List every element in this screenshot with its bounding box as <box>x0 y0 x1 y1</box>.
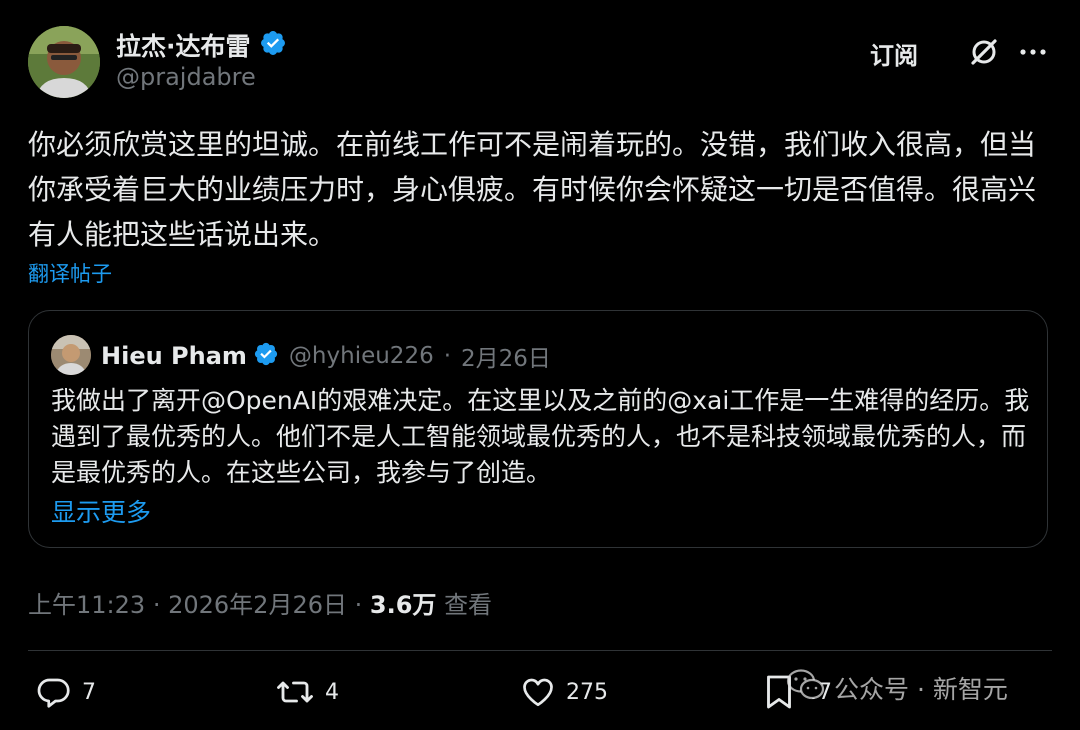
post-time[interactable]: 上午11:23 <box>28 591 145 619</box>
like-count: 275 <box>566 679 608 705</box>
author-handle[interactable]: @prajdabre <box>116 63 256 91</box>
verified-badge-icon <box>253 341 279 371</box>
grok-icon[interactable] <box>968 36 1000 68</box>
reply-icon <box>36 674 72 710</box>
meta-separator: · <box>152 591 161 619</box>
reply-button[interactable]: 7 <box>36 674 96 710</box>
author-name[interactable]: 拉杰·达布雷 <box>116 27 251 63</box>
author-name-row[interactable]: 拉杰·达布雷 <box>116 27 287 63</box>
repost-button[interactable]: 4 <box>275 674 339 710</box>
more-dots-icon[interactable] <box>1017 38 1049 66</box>
quoted-separator: · <box>443 343 452 369</box>
show-more-link[interactable]: 显示更多 <box>51 493 151 529</box>
like-button[interactable]: 275 <box>520 674 608 710</box>
meta-separator: · <box>354 591 363 619</box>
divider <box>28 650 1052 651</box>
quoted-post[interactable]: Hieu Pham @hyhieu226 · 2月26日 我做出了离开@Open… <box>28 310 1048 548</box>
quoted-author-handle[interactable]: @hyhieu226 <box>289 343 434 369</box>
author-avatar[interactable] <box>28 26 100 98</box>
heart-icon <box>520 674 556 710</box>
quoted-date[interactable]: 2月26日 <box>461 339 551 373</box>
quoted-post-text: 我做出了离开@OpenAI的艰难决定。在这里以及之前的@xai工作是一生难得的经… <box>51 386 1030 487</box>
translate-post-link[interactable]: 翻译帖子 <box>28 258 112 288</box>
quoted-author-name[interactable]: Hieu Pham <box>101 342 247 370</box>
wechat-icon <box>786 668 826 708</box>
quoted-author-row: Hieu Pham @hyhieu226 · 2月26日 <box>101 339 551 373</box>
quoted-author-avatar[interactable] <box>51 335 91 375</box>
verified-badge-icon <box>259 29 287 61</box>
views-count: 3.6万 <box>369 591 437 619</box>
subscribe-button[interactable]: 订阅 <box>870 36 918 71</box>
reply-count: 7 <box>82 679 96 705</box>
post-date[interactable]: 2026年2月26日 <box>168 591 347 619</box>
watermark-text: 公众号 · 新智元 <box>834 675 1008 704</box>
post-meta: 上午11:23 · 2026年2月26日 · 3.6万 查看 <box>28 585 492 620</box>
post-text: 你必须欣赏这里的坦诚。在前线工作可不是闹着玩的。没错，我们收入很高，但当你承受着… <box>28 128 1037 251</box>
watermark: 公众号 · 新智元 <box>786 668 1008 708</box>
repost-count: 4 <box>325 679 339 705</box>
post: 拉杰·达布雷 @prajdabre 订阅 你必须欣赏这里的坦诚。在前线工作可不是… <box>0 0 1080 730</box>
repost-icon <box>275 674 315 710</box>
views-label: 查看 <box>444 591 493 619</box>
